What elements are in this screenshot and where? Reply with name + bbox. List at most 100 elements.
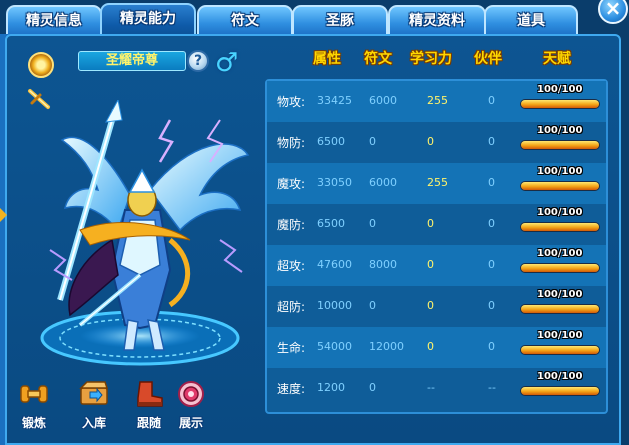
stat-row-hp: 生命: 54000 12000 0 0 100/100 [267,327,606,368]
stat-learning: -- [427,381,435,394]
stat-row-phys-attack: 物攻: 33425 6000 255 0 100/100 [267,81,606,122]
expand-arrow-icon[interactable] [0,208,7,222]
talent-bar [520,304,600,314]
stat-rune: 0 [369,217,376,230]
dumbbell-icon [20,385,48,403]
talent-text: 100/100 [537,330,583,341]
talent-bar [520,99,600,109]
col-header-talent: 天赋 [543,51,571,67]
talent-bar [520,181,600,191]
stat-rune: 6000 [369,94,397,107]
talent-bar [520,140,600,150]
talent-text: 100/100 [537,166,583,177]
display-label: 展示 [178,416,203,430]
stat-label: 魔防: [277,218,306,232]
talent-bar [520,263,600,273]
display-button[interactable]: 展示 [169,380,213,430]
stat-label: 物攻: [277,95,306,109]
stat-value: 6500 [317,217,345,230]
col-header-attribute: 属性 [313,51,341,67]
talent-bar-fill [521,387,599,395]
stat-value: 47600 [317,258,352,271]
stat-partner: -- [488,381,496,394]
stat-learning: 255 [427,176,448,189]
help-button[interactable]: ? [187,50,209,72]
stat-partner: 0 [488,258,495,271]
stat-rune: 0 [369,299,376,312]
pet-artwork [40,100,250,366]
tab-bar: 精灵信息 精灵能力 符文 圣豚 精灵资料 道具 [0,0,629,39]
stat-learning: 0 [427,340,434,353]
talent-text: 100/100 [537,125,583,136]
stat-label: 超防: [277,300,306,314]
tab-items[interactable]: 道具 [484,5,578,37]
talent-bar-fill [521,182,599,190]
stat-partner: 0 [488,176,495,189]
stat-partner: 0 [488,340,495,353]
stat-partner: 0 [488,135,495,148]
talent-bar-fill [521,100,599,108]
stat-learning: 0 [427,299,434,312]
stat-value: 33425 [317,94,352,107]
train-button[interactable]: 锻炼 [12,380,56,430]
sun-medal-icon[interactable] [28,52,54,78]
talent-bar-fill [521,305,599,313]
stat-learning: 0 [427,135,434,148]
stat-row-super-attack: 超攻: 47600 8000 0 0 100/100 [267,245,606,286]
stat-row-magic-attack: 魔攻: 33050 6000 255 0 100/100 [267,163,606,204]
stat-row-phys-defense: 物防: 6500 0 0 0 100/100 [267,122,606,163]
follow-button[interactable]: 跟随 [127,380,171,430]
stat-row-magic-defense: 魔防: 6500 0 0 0 100/100 [267,204,606,245]
pet-name: 圣耀帝尊 [78,51,186,71]
talent-text: 100/100 [537,248,583,259]
talent-bar-fill [521,346,599,354]
tab-holy-pig[interactable]: 圣豚 [292,5,388,37]
talent-bar [520,386,600,396]
stat-value: 54000 [317,340,352,353]
talent-text: 100/100 [537,371,583,382]
talent-text: 100/100 [537,289,583,300]
stat-value: 10000 [317,299,352,312]
col-header-partner: 伙伴 [474,51,502,67]
tab-pet-info[interactable]: 精灵信息 [6,5,102,37]
stat-rune: 12000 [369,340,404,353]
stat-label: 生命: [277,341,306,355]
stat-rune: 0 [369,135,376,148]
display-badge-icon [178,381,204,407]
follow-label: 跟随 [136,416,161,430]
col-header-learning: 学习力 [410,51,452,67]
stat-value: 1200 [317,381,345,394]
talent-bar [520,345,600,355]
talent-text: 100/100 [537,207,583,218]
talent-bar [520,222,600,232]
store-label: 入库 [81,416,106,430]
tab-pet-data[interactable]: 精灵资料 [388,5,486,37]
train-label: 锻炼 [21,416,46,430]
stat-rune: 0 [369,381,376,394]
follow-boot-icon [137,381,163,407]
male-gender-icon: ♂ [215,48,239,78]
stat-label: 物防: [277,136,306,150]
stat-learning: 0 [427,217,434,230]
stat-label: 速度: [277,382,306,396]
storage-box-icon [79,381,109,405]
talent-bar-fill [521,141,599,149]
stat-value: 33050 [317,176,352,189]
stat-learning: 255 [427,94,448,107]
tab-rune[interactable]: 符文 [197,5,293,37]
talent-text: 100/100 [537,84,583,95]
stat-value: 6500 [317,135,345,148]
talent-bar-fill [521,264,599,272]
stat-learning: 0 [427,258,434,271]
talent-bar-fill [521,223,599,231]
col-header-rune: 符文 [364,51,392,67]
stats-table: 物攻: 33425 6000 255 0 100/100 物防: 6500 0 … [265,79,608,414]
stat-row-super-defense: 超防: 10000 0 0 0 100/100 [267,286,606,327]
stat-rune: 8000 [369,258,397,271]
store-button[interactable]: 入库 [72,380,116,430]
stat-partner: 0 [488,217,495,230]
stat-label: 魔攻: [277,177,306,191]
stat-partner: 0 [488,299,495,312]
stat-rune: 6000 [369,176,397,189]
stat-label: 超攻: [277,259,306,273]
